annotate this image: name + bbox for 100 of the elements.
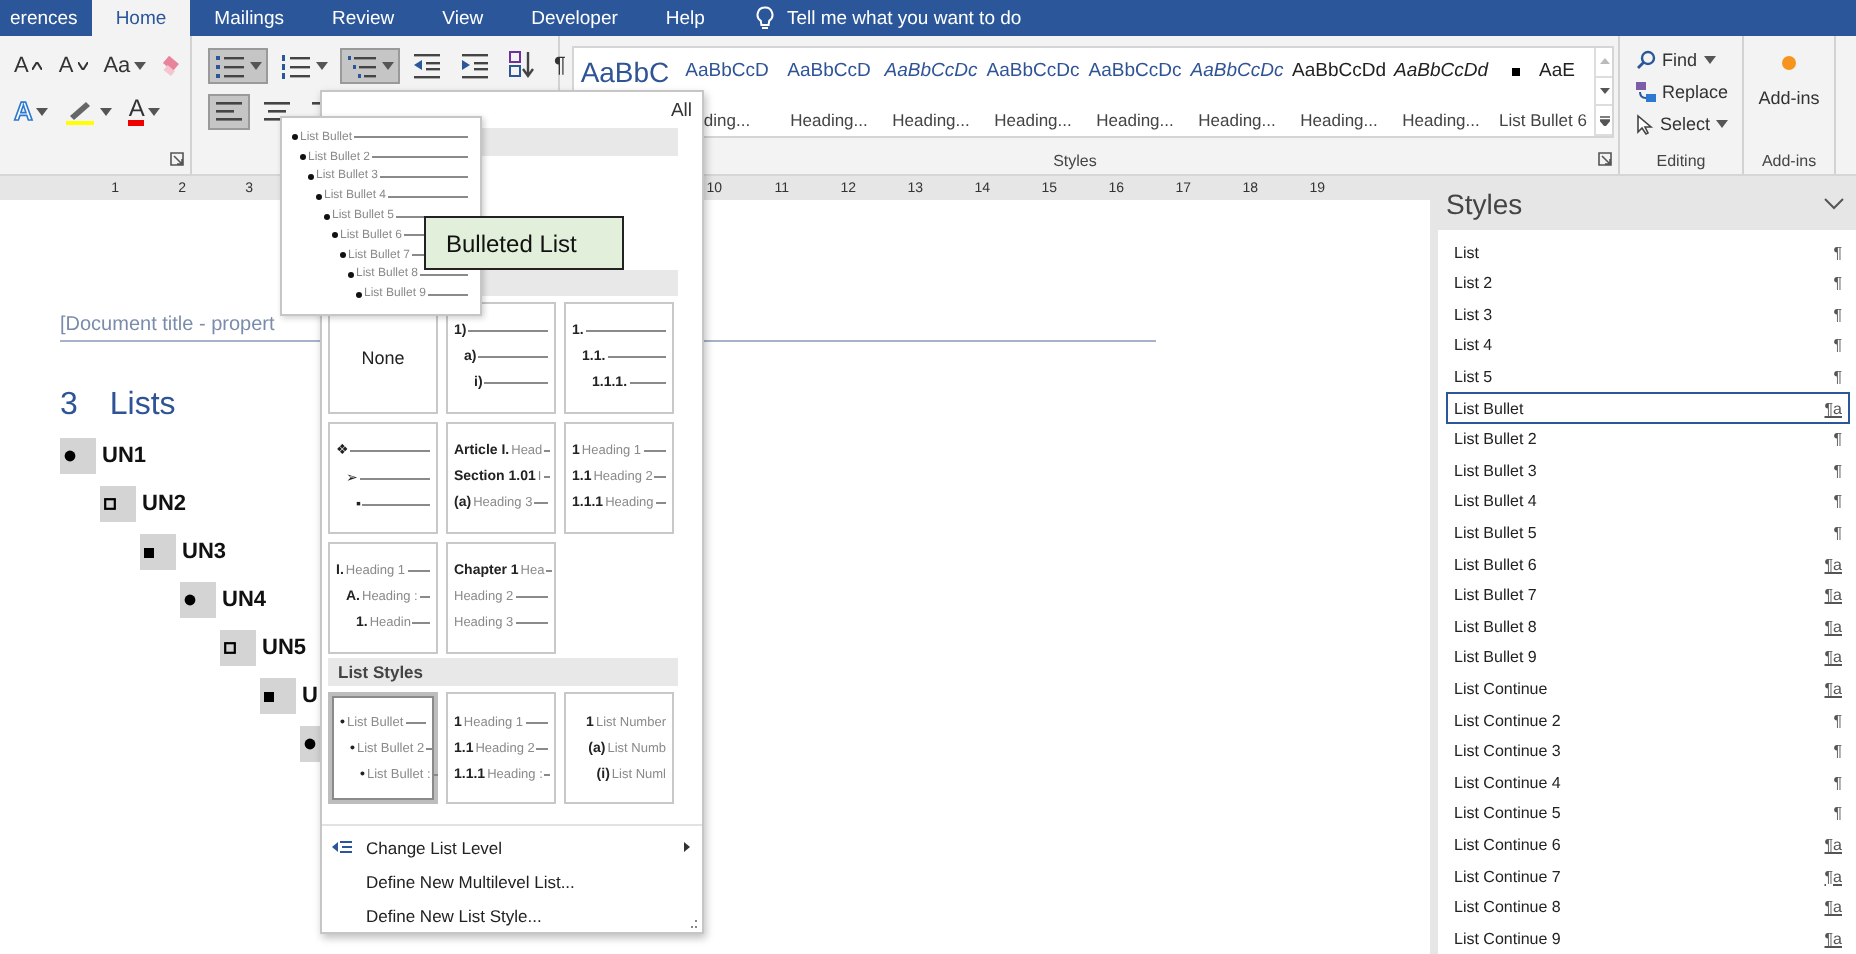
style-gallery-item[interactable]: AaBbCcDc Heading...: [982, 48, 1084, 136]
caret-icon: [316, 61, 328, 69]
style-list-item[interactable]: List Bullet 9 ¶a: [1446, 642, 1850, 674]
style-list-item[interactable]: List Continue 2 ¶: [1446, 704, 1850, 736]
select-button[interactable]: Select: [1636, 108, 1742, 140]
style-type-icon: ¶a: [1824, 555, 1842, 574]
caret-icon: [134, 61, 147, 69]
style-list-item[interactable]: List 5 ¶: [1446, 361, 1850, 393]
font-color-button[interactable]: A: [122, 93, 167, 129]
style-type-icon: ¶: [1833, 274, 1842, 293]
show-formatting-button[interactable]: ¶: [548, 47, 572, 83]
highlighter-icon: [64, 97, 97, 125]
ribbon-tab[interactable]: erences: [0, 0, 88, 36]
style-list-item[interactable]: List Continue 7 ¶a: [1446, 860, 1850, 892]
style-list-item[interactable]: List 3 ¶: [1446, 299, 1850, 331]
style-list-item[interactable]: List Bullet ¶a: [1446, 392, 1850, 424]
find-button[interactable]: Find: [1636, 44, 1742, 76]
bullet-icon: [324, 213, 330, 220]
style-list-item[interactable]: List Continue ¶a: [1446, 673, 1850, 705]
style-list-item[interactable]: List Bullet 7 ¶a: [1446, 579, 1850, 611]
chevron-down-icon[interactable]: [1824, 197, 1844, 210]
bullet-icon: [64, 450, 76, 462]
style-list-item[interactable]: List Bullet 4 ¶: [1446, 486, 1850, 518]
grow-font-button[interactable]: A: [8, 47, 49, 83]
decrease-indent-icon: [412, 51, 442, 79]
bullet-icon: [224, 642, 236, 654]
dialog-launcher-icon[interactable]: [170, 152, 184, 166]
caret-icon: [148, 107, 161, 115]
align-left-button[interactable]: [208, 93, 250, 129]
ribbon-tab[interactable]: Review: [308, 0, 419, 36]
bullet-icon: [348, 271, 354, 278]
style-gallery-item[interactable]: AaBbCcDc Heading...: [880, 48, 982, 136]
caret-icon: [250, 61, 262, 69]
style-type-icon: ¶a: [1824, 399, 1842, 418]
change-case-button[interactable]: Aa: [97, 47, 153, 83]
menu-item[interactable]: Define New Multilevel List...: [322, 864, 702, 898]
shrink-font-button[interactable]: A: [52, 47, 94, 83]
ribbon-tab[interactable]: Mailings: [190, 0, 309, 36]
style-list-item[interactable]: List Continue 6 ¶a: [1446, 829, 1850, 861]
ribbon-tab[interactable]: Developer: [507, 0, 642, 36]
ribbon-tab[interactable]: Home: [91, 0, 191, 36]
bullets-button[interactable]: [208, 47, 268, 83]
style-type-icon: ¶: [1833, 461, 1842, 480]
heading-number: 3: [60, 388, 78, 424]
style-list-item[interactable]: List Bullet 6 ¶a: [1446, 548, 1850, 580]
bullet-icon: [308, 173, 314, 180]
caret-icon: [1703, 56, 1716, 64]
menu-item[interactable]: Change List Level: [322, 830, 702, 864]
style-type-icon: ¶a: [1824, 929, 1842, 948]
section-header: List Styles: [328, 657, 678, 686]
style-list-item[interactable]: List Bullet 5 ¶: [1446, 517, 1850, 549]
style-type-icon: ¶: [1833, 711, 1842, 730]
style-list-item[interactable]: List Continue 5 ¶: [1446, 798, 1850, 830]
bullet-icon: [340, 252, 346, 259]
style-list-item[interactable]: List Continue 3 ¶: [1446, 735, 1850, 767]
style-gallery-item[interactable]: AaBbCcDc Heading...: [1186, 48, 1288, 136]
menu-item[interactable]: Define New List Style...: [322, 898, 702, 932]
multilevel-button[interactable]: [340, 47, 400, 83]
list-item-text: U: [302, 684, 318, 708]
style-type-icon: ¶a: [1824, 679, 1842, 698]
tile-label: None: [361, 347, 405, 368]
style-list-item[interactable]: List Continue 8 ¶a: [1446, 891, 1850, 923]
ribbon-tab[interactable]: Help: [641, 0, 729, 36]
lightbulb-icon: [756, 6, 775, 30]
add-ins-button[interactable]: Add-ins: [1758, 88, 1820, 108]
filter-label[interactable]: All: [670, 99, 692, 122]
style-gallery-item[interactable]: AaBbCcDc Heading...: [1084, 48, 1186, 136]
ribbon-tab[interactable]: View: [418, 0, 508, 36]
style-type-icon: ¶: [1833, 243, 1842, 262]
style-gallery-item[interactable]: AaBbCcDd Heading...: [1288, 48, 1390, 136]
style-type-icon: ¶a: [1824, 867, 1842, 886]
dialog-launcher-icon[interactable]: [1598, 152, 1612, 166]
addin-dot-icon: [1782, 56, 1796, 70]
style-list-item[interactable]: List 4 ¶: [1446, 330, 1850, 362]
align-left-icon: [214, 97, 244, 125]
sort-icon: [508, 50, 536, 80]
style-gallery-item[interactable]: AaBbCcD Heading...: [778, 48, 880, 136]
heading-text: Lists: [109, 388, 176, 424]
tell-me-search[interactable]: Tell me what you want to do: [786, 7, 1022, 29]
bullet-icon: [356, 291, 362, 298]
resize-grip-icon[interactable]: [688, 918, 698, 928]
style-list-item[interactable]: List Bullet 8 ¶a: [1446, 610, 1850, 643]
bullet-icon: [300, 154, 306, 161]
style-list-item[interactable]: List Continue 4 ¶: [1446, 766, 1850, 799]
replace-button[interactable]: Replace: [1636, 76, 1742, 108]
style-list-item[interactable]: List ¶: [1446, 236, 1850, 268]
down-arrow-icon: [1599, 88, 1609, 94]
multilevel-list-icon: [346, 51, 378, 79]
style-gallery-item[interactable]: AaBbCcDd Heading...: [1390, 48, 1492, 136]
style-list-item[interactable]: List 2 ¶: [1446, 267, 1850, 300]
caret-icon: [1716, 120, 1729, 128]
style-type-icon: ¶a: [1824, 898, 1842, 917]
style-type-icon: ¶: [1833, 804, 1842, 823]
style-list-item[interactable]: List Bullet 2 ¶: [1446, 423, 1850, 455]
style-gallery-item[interactable]: AaE List Bullet 6: [1492, 48, 1594, 136]
bullet-icon: [184, 594, 196, 606]
caret-icon: [382, 61, 394, 69]
style-list-item[interactable]: List Continue 9 ¶a: [1446, 922, 1850, 954]
bullet-icon: [144, 547, 154, 557]
style-list-item[interactable]: List Bullet 3 ¶: [1446, 455, 1850, 487]
